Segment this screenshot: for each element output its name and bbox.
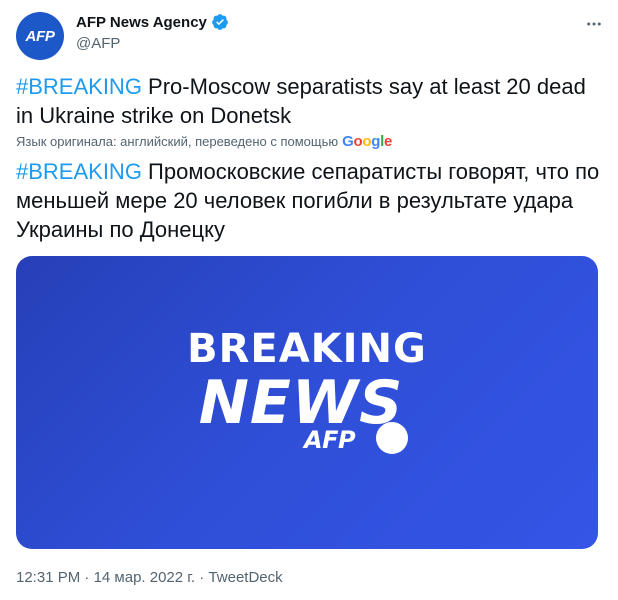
media-afp-dot (376, 422, 408, 454)
tweet-source[interactable]: TweetDeck (208, 569, 282, 586)
tweet-meta: 12:31 PM · 14 мар. 2022 г. · TweetDeck (16, 569, 283, 586)
google-letter: o (362, 133, 372, 150)
tweet-media-image[interactable]: BREAKING NEWS AFP (16, 256, 598, 549)
google-letter: e (384, 133, 393, 150)
media-breaking-text: BREAKING (187, 326, 427, 372)
translation-note: Язык оригинала: английский, переведено с… (16, 133, 392, 150)
meta-separator: · (195, 569, 209, 586)
author-display-name[interactable]: AFP News Agency (76, 14, 207, 31)
media-afp-brand: AFP (304, 426, 356, 454)
author-handle[interactable]: @AFP (76, 35, 229, 52)
tweet-original-text: #BREAKING Pro-Moscow separatists say at … (16, 72, 602, 130)
name-row: AFP News Agency (76, 13, 229, 31)
google-logo[interactable]: Google (342, 133, 392, 150)
more-options-icon[interactable] (584, 14, 604, 34)
avatar[interactable]: AFP (16, 12, 64, 60)
meta-separator: · (80, 569, 94, 586)
avatar-logo-text: AFP (25, 27, 55, 45)
tweet-translated-text: #BREAKING Промосковские сепаратисты гово… (16, 157, 602, 244)
translation-note-text: Язык оригинала: английский, переведено с… (16, 134, 339, 149)
ellipsis-icon (587, 22, 601, 26)
author-block: AFP News Agency @AFP (76, 13, 229, 52)
hashtag-link[interactable]: #BREAKING (16, 74, 142, 99)
verified-badge-icon (212, 14, 228, 30)
google-letter: G (342, 133, 354, 150)
tweet-card: AFP AFP News Agency @AFP #BREAKING Pro-M… (0, 0, 618, 600)
tweet-time[interactable]: 12:31 PM (16, 569, 80, 586)
google-letter: g (371, 133, 381, 150)
tweet-date[interactable]: 14 мар. 2022 г. (94, 569, 196, 586)
hashtag-link[interactable]: #BREAKING (16, 159, 142, 184)
